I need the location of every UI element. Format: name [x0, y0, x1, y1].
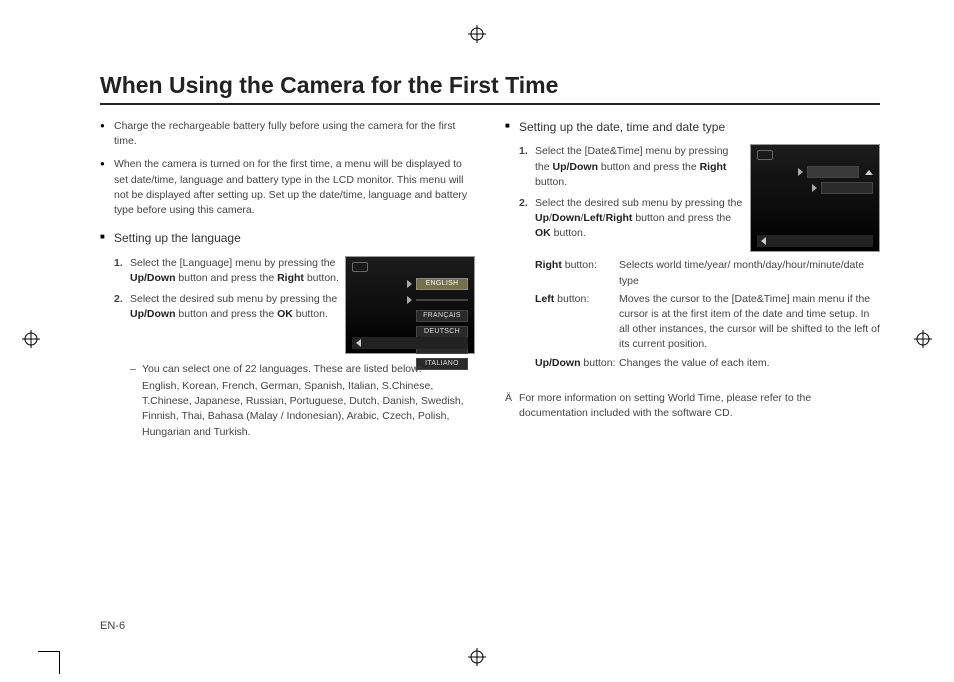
registration-mark-icon [468, 648, 486, 666]
page-title: When Using the Camera for the First Time [100, 72, 880, 105]
footnote: For more information on setting World Ti… [505, 391, 880, 421]
registration-mark-icon [468, 25, 486, 43]
step-1: 1. Select the [Language] menu by pressin… [114, 256, 475, 286]
right-button-row: Right button: Selects world time/year/ m… [535, 258, 880, 288]
left-button-row: Left button: Moves the cursor to the [Da… [535, 292, 880, 353]
page-number: EN-6 [100, 620, 125, 632]
heading-datetime: Setting up the date, time and date type [505, 119, 880, 136]
heading-language: Setting up the language [100, 230, 475, 247]
text: Select the [Date&Time] menu by pressing … [535, 145, 728, 187]
sub-note: You can select one of 22 languages. Thes… [130, 362, 475, 440]
step-2: 2. Select the desired sub menu by pressi… [114, 292, 475, 440]
bullet-charge: Charge the rechargeable battery fully be… [100, 119, 475, 149]
step-1: 1. Select the [Date&Time] menu by pressi… [519, 144, 880, 190]
text: Select the desired sub menu by pressing … [130, 293, 337, 320]
step-2: 2. Select the desired sub menu by pressi… [519, 196, 880, 371]
bullet-first-on: When the camera is turned on for the fir… [100, 157, 475, 218]
text: Select the desired sub menu by pressing … [535, 197, 742, 239]
content-area: When Using the Camera for the First Time… [100, 72, 880, 612]
crop-mark [38, 651, 60, 652]
registration-mark-icon [22, 330, 40, 348]
manual-page: When Using the Camera for the First Time… [0, 0, 954, 682]
registration-mark-icon [914, 330, 932, 348]
text: Select the [Language] menu by pressing t… [130, 257, 339, 284]
left-column: Charge the rechargeable battery fully be… [100, 119, 475, 446]
updown-button-row: Up/Down button: Changes the value of eac… [535, 356, 880, 371]
language-list: English, Korean, French, German, Spanish… [142, 379, 475, 440]
crop-mark [59, 652, 60, 674]
right-column: Setting up the date, time and date type … [505, 119, 880, 446]
